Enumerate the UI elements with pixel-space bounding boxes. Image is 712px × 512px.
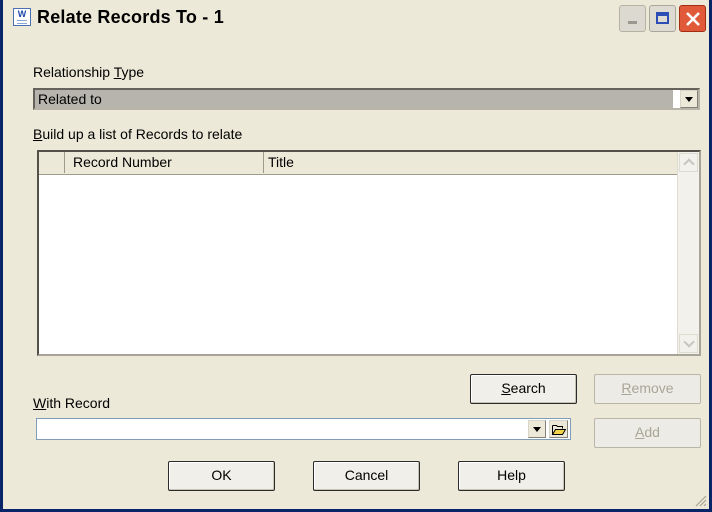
app-icon-letter: W — [17, 9, 27, 19]
close-icon — [686, 12, 700, 26]
row-selector-header[interactable] — [39, 152, 65, 173]
relationship-type-dropdown-button[interactable] — [680, 90, 698, 108]
chevron-down-icon — [685, 97, 693, 102]
with-record-dropdown-button[interactable] — [528, 420, 546, 438]
icon-line — [17, 20, 27, 21]
relationship-type-value: Related to — [35, 90, 673, 108]
ok-button[interactable]: OK — [168, 461, 275, 491]
word-document-icon: W — [13, 8, 31, 26]
chevron-down-icon — [533, 427, 541, 432]
relationship-type-label: Relationship Type — [33, 64, 145, 80]
grid-vertical-scrollbar[interactable] — [677, 152, 699, 354]
chevron-up-icon — [683, 158, 695, 170]
search-button[interactable]: Search — [470, 374, 577, 404]
with-record-combobox[interactable] — [36, 418, 571, 440]
maximize-button[interactable] — [649, 5, 676, 32]
scroll-up-button[interactable] — [679, 153, 698, 172]
title-bar[interactable]: W Relate Records To - 1 — [3, 0, 709, 34]
relationship-type-select[interactable]: Related to — [33, 88, 700, 110]
help-button[interactable]: Help — [458, 461, 565, 491]
with-record-label: With Record — [33, 395, 111, 411]
minimize-button[interactable] — [619, 5, 646, 32]
cancel-button[interactable]: Cancel — [313, 461, 420, 491]
browse-button[interactable] — [549, 420, 568, 438]
remove-button[interactable]: Remove — [594, 374, 701, 404]
records-list-label: Build up a list of Records to relate — [33, 126, 243, 142]
chevron-down-icon — [683, 336, 695, 348]
window-title: Relate Records To - 1 — [37, 7, 224, 27]
close-button[interactable] — [679, 5, 706, 32]
record-number-column-header[interactable]: Record Number — [65, 152, 264, 173]
add-button[interactable]: Add — [594, 418, 701, 448]
scroll-down-button[interactable] — [679, 334, 698, 353]
records-grid[interactable]: Record Number Title — [37, 150, 701, 356]
grid-header: Record Number Title — [39, 152, 699, 175]
title-column-header[interactable]: Title — [264, 152, 675, 173]
relate-records-dialog: W Relate Records To - 1 Relationship Typ… — [0, 0, 712, 512]
folder-open-icon — [552, 425, 566, 435]
resize-grip-icon[interactable] — [693, 493, 707, 507]
icon-line — [17, 23, 27, 24]
